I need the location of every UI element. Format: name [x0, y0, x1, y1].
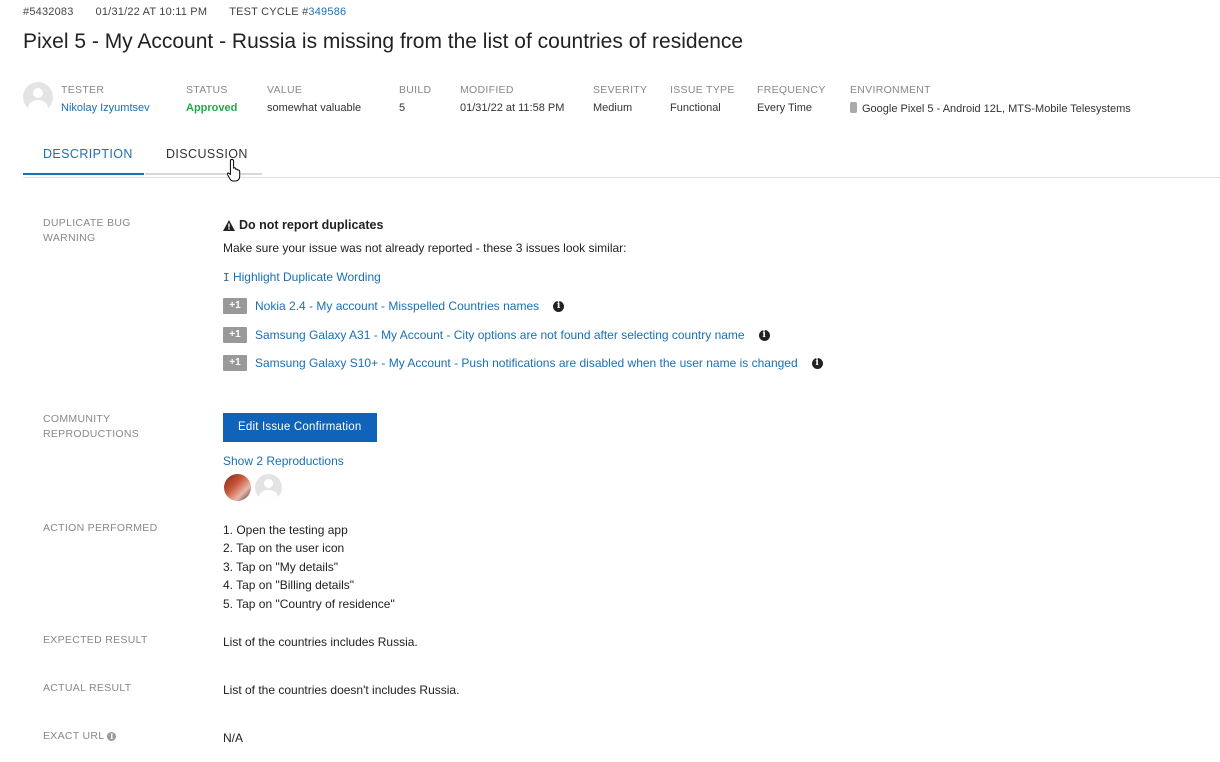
action-performed-label: ACTION PERFORMED — [43, 522, 158, 534]
field-modified: MODIFIED 01/31/22 at 11:58 PM — [460, 84, 564, 114]
tester-avatar — [23, 82, 53, 112]
build-label: BUILD — [399, 84, 432, 96]
info-icon[interactable]: i — [758, 329, 770, 341]
value-value: somewhat valuable — [267, 102, 362, 114]
duplicate-link[interactable]: Samsung Galaxy A31 - My Account - City o… — [255, 328, 745, 342]
duplicate-link[interactable]: Samsung Galaxy S10+ - My Account - Push … — [255, 356, 798, 370]
list-item: 1. Open the testing app — [223, 523, 348, 537]
android-icon — [850, 102, 857, 113]
field-environment: ENVIRONMENT Google Pixel 5 - Android 12L… — [850, 84, 1131, 115]
exact-url-label-wrap: EXACT URL i — [43, 729, 163, 744]
frequency-value: Every Time — [757, 102, 813, 114]
field-frequency: FREQUENCY Every Time — [757, 84, 826, 114]
issue-timestamp: 01/31/22 AT 10:11 PM — [95, 6, 208, 18]
exact-url-value: N/A — [223, 731, 244, 745]
plus-one-button[interactable]: +1 — [223, 327, 247, 343]
issue-meta: #5432083 01/31/22 AT 10:11 PM TEST CYCLE… — [23, 6, 346, 18]
highlight-duplicate-link[interactable]: Highlight Duplicate Wording — [233, 270, 381, 284]
issue-type-value: Functional — [670, 102, 721, 114]
environment-value: Google Pixel 5 - Android 12L, MTS-Mobile… — [862, 103, 1131, 115]
list-item: 3. Tap on "My details" — [223, 559, 339, 574]
warning-icon — [223, 220, 235, 231]
community-label: COMMUNITY REPRODUCTIONS — [43, 413, 140, 440]
duplicate-warning-heading: Do not report duplicates — [239, 218, 384, 232]
avatar[interactable] — [255, 474, 282, 501]
issue-type-label: ISSUE TYPE — [670, 84, 735, 96]
field-tester: TESTER Nikolay Izyumtsev — [61, 84, 150, 114]
text-cursor-icon: I — [223, 271, 230, 284]
page-title: Pixel 5 - My Account - Russia is missing… — [23, 30, 744, 53]
tester-link[interactable]: Nikolay Izyumtsev — [61, 102, 150, 114]
tab-description[interactable]: DESCRIPTION — [23, 147, 144, 175]
build-value: 5 — [399, 102, 406, 114]
list-item: +1 Nokia 2.4 - My account - Misspelled C… — [223, 298, 565, 314]
actual-result-label: ACTUAL RESULT — [43, 682, 132, 694]
tab-discussion[interactable]: DISCUSSION — [145, 147, 262, 175]
test-cycle-label: TEST CYCLE # — [229, 6, 309, 18]
field-severity: SEVERITY Medium — [593, 84, 647, 114]
environment-label: ENVIRONMENT — [850, 84, 931, 96]
expected-result-label: EXPECTED RESULT — [43, 634, 148, 646]
field-value: VALUE somewhat valuable — [267, 84, 361, 114]
list-item: +1 Samsung Galaxy A31 - My Account - Cit… — [223, 327, 770, 343]
modified-value: 01/31/22 at 11:58 PM — [460, 102, 565, 114]
action-steps: 1. Open the testing app 2. Tap on the us… — [223, 521, 395, 613]
plus-one-button[interactable]: +1 — [223, 298, 247, 314]
exact-url-label: EXACT URL — [43, 730, 105, 742]
test-cycle: TEST CYCLE #349586 — [229, 6, 346, 18]
tester-label: TESTER — [61, 84, 105, 96]
list-item: 2. Tap on the user icon — [223, 541, 345, 556]
duplicate-warning: Do not report duplicates Make sure your … — [223, 218, 627, 255]
modified-label: MODIFIED — [460, 84, 514, 96]
info-icon[interactable]: i — [811, 357, 823, 369]
duplicate-warning-message: Make sure your issue was not already rep… — [223, 241, 627, 255]
list-item: 4. Tap on "Billing details" — [223, 578, 355, 593]
actual-result-value: List of the countries doesn't includes R… — [223, 683, 460, 697]
hand-cursor-icon — [227, 158, 241, 182]
show-reproductions-link[interactable]: Show 2 Reproductions — [223, 454, 344, 468]
value-label: VALUE — [267, 84, 303, 96]
plus-one-button[interactable]: +1 — [223, 355, 247, 371]
test-cycle-link[interactable]: 349586 — [308, 6, 346, 18]
tab-bar: DESCRIPTION DISCUSSION — [23, 140, 1220, 178]
duplicate-link[interactable]: Nokia 2.4 - My account - Misspelled Coun… — [255, 299, 539, 313]
severity-value: Medium — [593, 102, 633, 114]
field-build: BUILD 5 — [399, 84, 431, 114]
avatar[interactable] — [224, 474, 251, 501]
status-badge: Approved — [186, 102, 238, 114]
status-label: STATUS — [186, 84, 228, 96]
info-icon[interactable]: i — [107, 732, 117, 741]
list-item: 5. Tap on "Country of residence" — [223, 596, 395, 611]
expected-result-value: List of the countries includes Russia. — [223, 635, 418, 649]
info-icon[interactable]: i — [553, 300, 565, 312]
list-item: +1 Samsung Galaxy S10+ - My Account - Pu… — [223, 355, 823, 371]
field-status: STATUS Approved — [186, 84, 237, 114]
severity-label: SEVERITY — [593, 84, 648, 96]
frequency-label: FREQUENCY — [757, 84, 826, 96]
edit-issue-confirmation-button[interactable]: Edit Issue Confirmation — [223, 413, 377, 442]
field-issue-type: ISSUE TYPE Functional — [670, 84, 735, 114]
duplicate-warning-label: DUPLICATE BUG WARNING — [43, 217, 131, 244]
issue-id: #5432083 — [23, 6, 74, 18]
highlight-duplicate-wording[interactable]: I Highlight Duplicate Wording — [223, 270, 381, 284]
